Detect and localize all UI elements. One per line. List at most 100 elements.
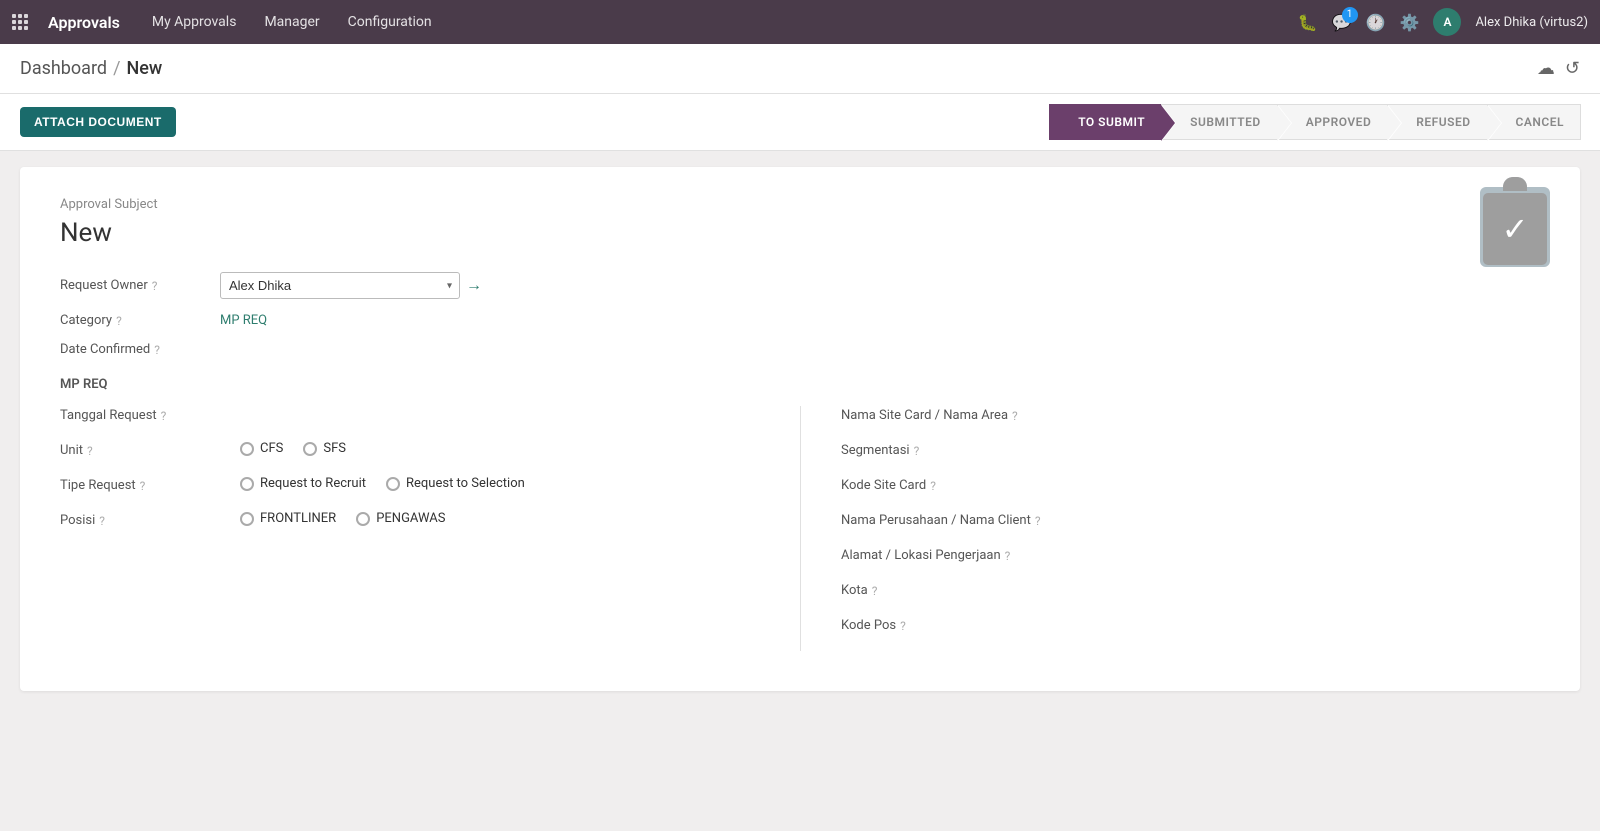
segmentasi-row: Segmentasi ? (841, 441, 1540, 458)
posisi-frontliner-label: FRONTLINER (260, 511, 336, 526)
section-label: MP REQ (60, 377, 1540, 392)
category-help-icon: ? (116, 314, 122, 328)
pipeline-step-refused[interactable]: REFUSED (1387, 104, 1487, 140)
breadcrumb-bar: Dashboard / New ☁ ↺ (0, 44, 1600, 94)
bug-icon[interactable]: 🐛 (1298, 13, 1318, 32)
settings-icon[interactable]: ⚙️ (1400, 13, 1420, 32)
navbar: Approvals My Approvals Manager Configura… (0, 0, 1600, 44)
unit-sfs-option[interactable]: SFS (303, 441, 346, 456)
nama-site-label: Nama Site Card / Nama Area ? (841, 406, 1021, 423)
unit-row: Unit ? CFS SFS (60, 441, 760, 458)
navbar-my-approvals[interactable]: My Approvals (140, 8, 249, 36)
request-owner-field[interactable]: Alex Dhika ▾ (220, 272, 460, 299)
breadcrumb-separator: / (113, 58, 120, 79)
tipe-selection-option[interactable]: Request to Selection (386, 476, 525, 491)
nama-perusahaan-help-icon: ? (1035, 514, 1041, 528)
unit-help-icon: ? (87, 444, 93, 458)
tipe-selection-label: Request to Selection (406, 476, 525, 491)
left-column: Tanggal Request ? Unit ? (60, 406, 800, 651)
category-row: Category ? MP REQ (60, 313, 1540, 328)
category-label: Category ? (60, 313, 220, 328)
posisi-row: Posisi ? FRONTLINER PENGAWAS (60, 511, 760, 528)
nama-perusahaan-label: Nama Perusahaan / Nama Client ? (841, 511, 1041, 528)
kode-site-label: Kode Site Card ? (841, 476, 1021, 493)
tipe-request-row: Tipe Request ? Request to Recruit Reques… (60, 476, 760, 493)
grid-icon[interactable] (12, 14, 28, 30)
breadcrumb-parent[interactable]: Dashboard (20, 58, 107, 79)
posisi-label: Posisi ? (60, 511, 240, 528)
tipe-recruit-radio[interactable] (240, 477, 254, 491)
kota-row: Kota ? (841, 581, 1540, 598)
pipeline-step-submitted[interactable]: SUBMITTED (1161, 104, 1278, 140)
breadcrumb-actions: ☁ ↺ (1537, 58, 1580, 79)
main-content: ✓ Approval Subject New Request Owner ? A… (0, 151, 1600, 707)
kode-pos-label: Kode Pos ? (841, 616, 1021, 633)
alamat-row: Alamat / Lokasi Pengerjaan ? (841, 546, 1540, 563)
kode-site-help-icon: ? (930, 479, 936, 493)
avatar: A (1433, 8, 1461, 36)
request-owner-row: Request Owner ? Alex Dhika ▾ → (60, 272, 1540, 299)
kode-pos-row: Kode Pos ? (841, 616, 1540, 633)
breadcrumb: Dashboard / New (20, 58, 162, 79)
pipeline-step-approved[interactable]: APPROVED (1277, 104, 1389, 140)
date-confirmed-row: Date Confirmed ? (60, 342, 1540, 357)
date-confirmed-label: Date Confirmed ? (60, 342, 220, 357)
app-brand[interactable]: Approvals (48, 13, 120, 32)
nama-perusahaan-row: Nama Perusahaan / Nama Client ? (841, 511, 1540, 528)
two-column-section: Tanggal Request ? Unit ? (60, 406, 1540, 651)
unit-sfs-label: SFS (323, 441, 346, 456)
posisi-options: FRONTLINER PENGAWAS (240, 511, 760, 526)
posisi-pengawas-option[interactable]: PENGAWAS (356, 511, 445, 526)
request-owner-help-icon: ? (152, 279, 158, 293)
status-bar: ATTACH DOCUMENT TO SUBMIT SUBMITTED APPR… (0, 94, 1600, 151)
nama-site-row: Nama Site Card / Nama Area ? (841, 406, 1540, 423)
form-card: ✓ Approval Subject New Request Owner ? A… (20, 167, 1580, 691)
posisi-help-icon: ? (99, 514, 105, 528)
posisi-pengawas-radio[interactable] (356, 512, 370, 526)
breadcrumb-current: New (127, 58, 163, 79)
alamat-label: Alamat / Lokasi Pengerjaan ? (841, 546, 1021, 563)
segmentasi-help-icon: ? (914, 444, 920, 458)
navbar-configuration[interactable]: Configuration (336, 8, 444, 36)
unit-cfs-radio[interactable] (240, 442, 254, 456)
user-name[interactable]: Alex Dhika (virtus2) (1475, 15, 1588, 30)
unit-options: CFS SFS (240, 441, 760, 456)
refresh-icon[interactable]: ↺ (1565, 58, 1580, 79)
navbar-manager[interactable]: Manager (252, 8, 331, 36)
category-value[interactable]: MP REQ (220, 313, 267, 328)
attach-document-button[interactable]: ATTACH DOCUMENT (20, 107, 176, 137)
approval-title: New (60, 218, 1540, 248)
posisi-frontliner-option[interactable]: FRONTLINER (240, 511, 336, 526)
tipe-recruit-option[interactable]: Request to Recruit (240, 476, 366, 491)
kota-label: Kota ? (841, 581, 1021, 598)
kode-pos-help-icon: ? (900, 619, 906, 633)
request-owner-select[interactable]: Alex Dhika (220, 272, 460, 299)
nama-site-help-icon: ? (1012, 409, 1018, 423)
pipeline: TO SUBMIT SUBMITTED APPROVED REFUSED CAN… (1049, 104, 1580, 140)
clock-icon[interactable]: 🕐 (1366, 13, 1386, 32)
date-confirmed-help-icon: ? (154, 343, 160, 357)
cloud-upload-icon[interactable]: ☁ (1537, 58, 1555, 79)
unit-label: Unit ? (60, 441, 240, 458)
kota-help-icon: ? (872, 584, 878, 598)
request-owner-navigate-button[interactable]: → (466, 277, 482, 295)
unit-cfs-option[interactable]: CFS (240, 441, 283, 456)
notification-badge: 1 (1342, 7, 1358, 23)
pipeline-step-to-submit[interactable]: TO SUBMIT (1049, 104, 1162, 140)
posisi-frontliner-radio[interactable] (240, 512, 254, 526)
alamat-help-icon: ? (1005, 549, 1011, 563)
chat-icon[interactable]: 💬 1 (1332, 13, 1352, 32)
tipe-selection-radio[interactable] (386, 477, 400, 491)
tipe-request-options: Request to Recruit Request to Selection (240, 476, 760, 491)
tanggal-request-help-icon: ? (161, 409, 167, 423)
posisi-pengawas-label: PENGAWAS (376, 511, 445, 526)
navbar-icons: 🐛 💬 1 🕐 ⚙️ A Alex Dhika (virtus2) (1298, 8, 1588, 36)
right-column: Nama Site Card / Nama Area ? Segmentasi … (800, 406, 1540, 651)
tanggal-request-label: Tanggal Request ? (60, 406, 240, 423)
unit-sfs-radio[interactable] (303, 442, 317, 456)
tipe-request-help-icon: ? (140, 479, 146, 493)
approval-subject-label: Approval Subject (60, 197, 1540, 212)
kode-site-row: Kode Site Card ? (841, 476, 1540, 493)
request-owner-label: Request Owner ? (60, 278, 220, 293)
pipeline-step-cancel[interactable]: CANCEL (1487, 104, 1581, 140)
